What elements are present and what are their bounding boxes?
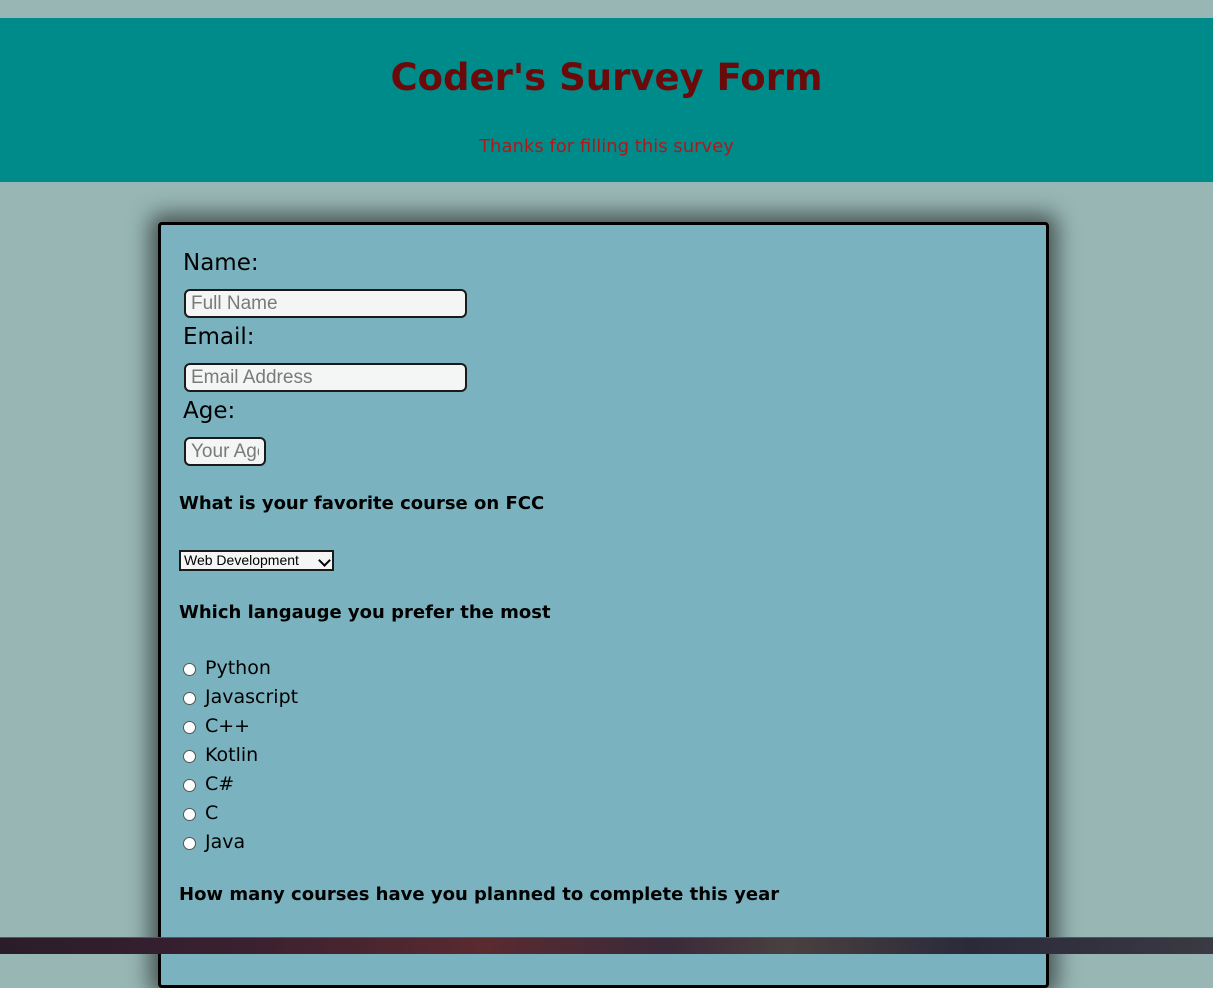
radio-button[interactable] [183, 779, 196, 792]
age-input[interactable] [184, 437, 266, 466]
course-select-value: Web Development [184, 552, 299, 568]
page-subtitle: Thanks for filling this survey [479, 136, 734, 157]
language-question: Which langauge you prefer the most [179, 602, 551, 623]
language-option-label: Python [205, 657, 271, 679]
radio-button[interactable] [183, 837, 196, 850]
chevron-down-icon [318, 554, 331, 567]
desktop-taskbar [0, 937, 1213, 954]
language-option-label: C# [205, 773, 235, 795]
course-question: What is your favorite course on FCC [179, 493, 545, 514]
radio-button[interactable] [183, 721, 196, 734]
name-input[interactable] [184, 289, 467, 318]
language-option-label: Java [205, 831, 246, 853]
courses-count-question: How many courses have you planned to com… [179, 884, 780, 905]
language-option-label: C++ [205, 715, 251, 737]
survey-form: Name: Email: Age: What is your favorite … [158, 222, 1049, 988]
page-header: Coder's Survey Form Thanks for filling t… [0, 18, 1213, 182]
radio-button[interactable] [183, 808, 196, 821]
course-select[interactable]: Web Development [179, 550, 334, 571]
page-title: Coder's Survey Form [390, 56, 823, 99]
email-input[interactable] [184, 363, 467, 392]
language-option-label: Javascript [205, 686, 299, 708]
language-option-label: C [205, 802, 219, 824]
radio-button[interactable] [183, 750, 196, 763]
radio-button[interactable] [183, 692, 196, 705]
age-label: Age: [183, 398, 236, 424]
language-option-label: Kotlin [205, 744, 259, 766]
name-label: Name: [183, 250, 259, 276]
email-label: Email: [183, 324, 255, 350]
radio-button[interactable] [183, 663, 196, 676]
